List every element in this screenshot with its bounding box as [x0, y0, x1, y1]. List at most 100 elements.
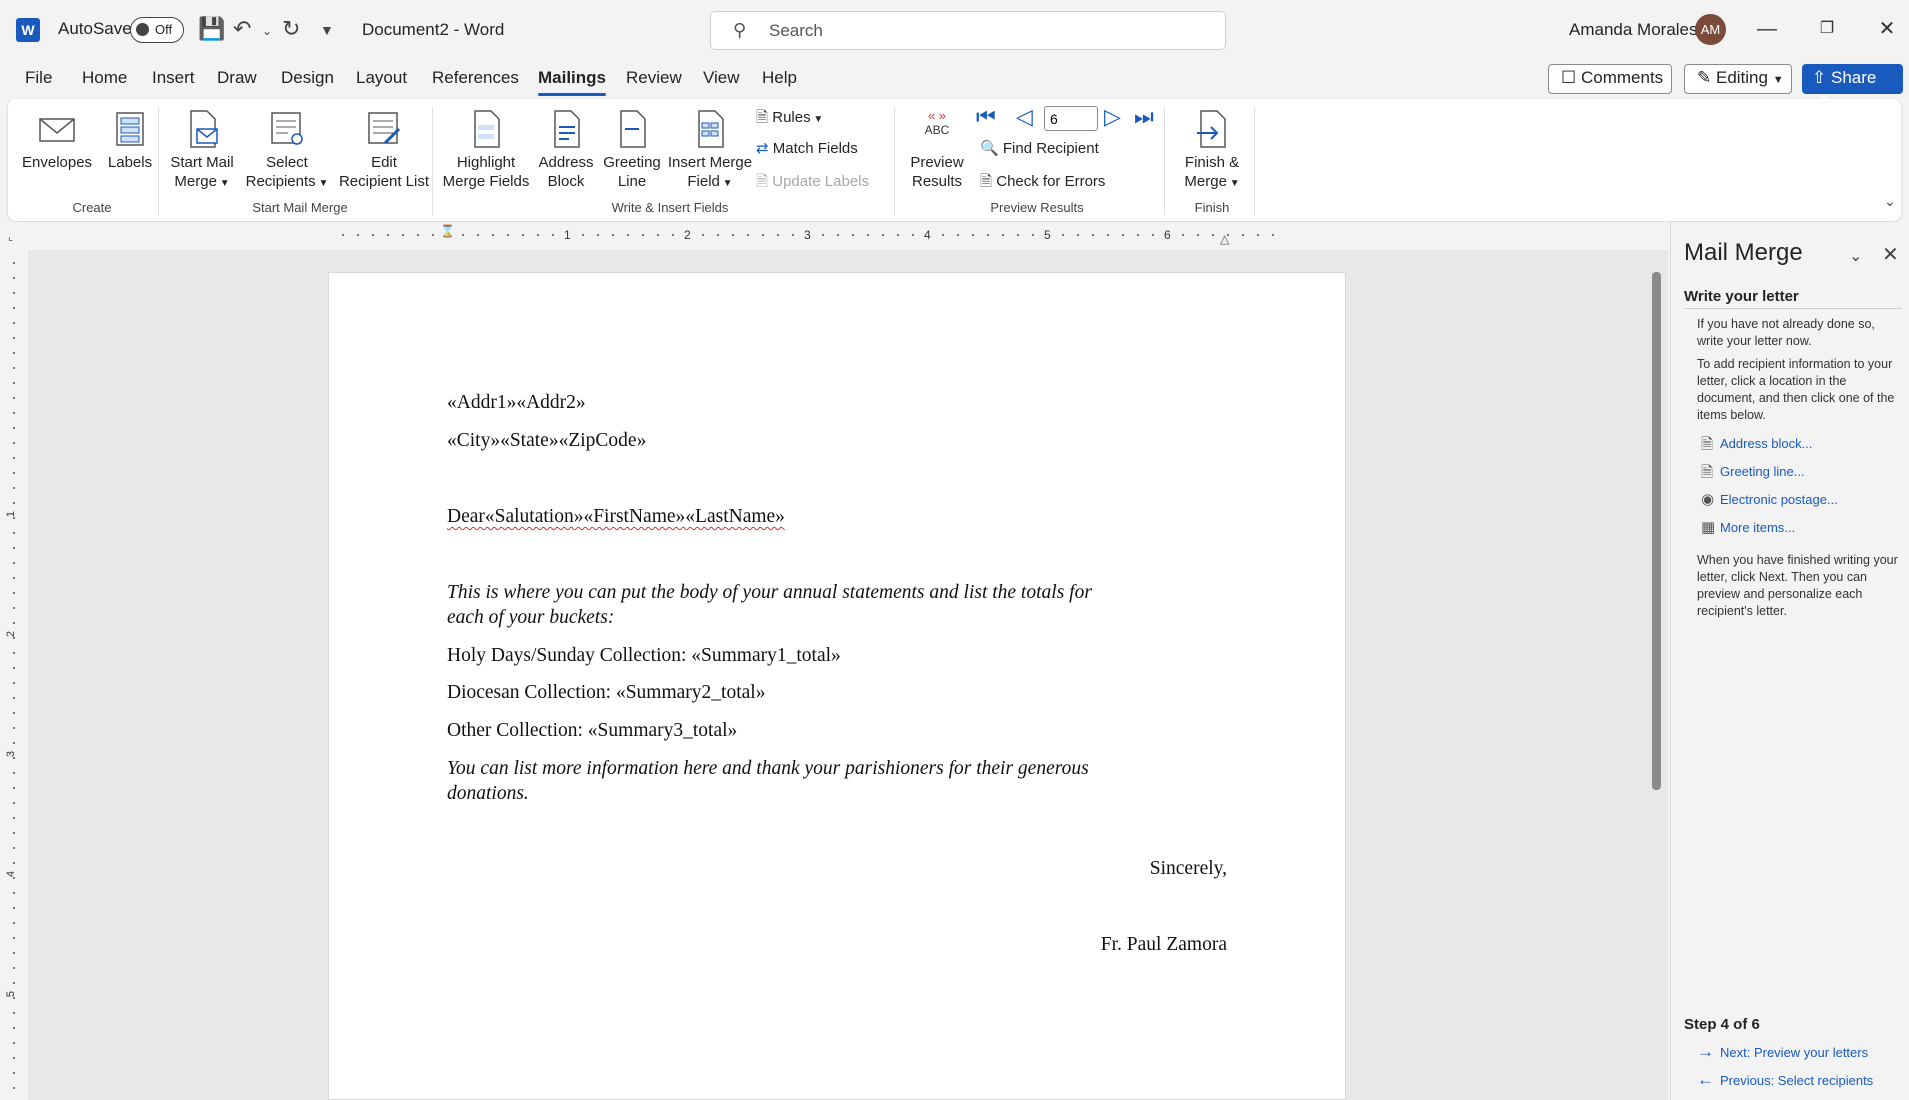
pane-close-icon[interactable]: ✕ [1882, 242, 1899, 267]
tab-mailings[interactable]: Mailings [538, 68, 607, 96]
redo-icon[interactable]: ↻ [282, 16, 300, 42]
collapse-ribbon-icon[interactable]: ⌄ [1884, 193, 1896, 210]
city-line[interactable]: «City»«State»«ZipCode» [447, 430, 646, 452]
start-mail-merge-label-1: Start Mail [170, 154, 234, 171]
ruler-number: 2 [684, 228, 691, 242]
next-step-link[interactable]: → Next: Preview your letters [1697, 1042, 1868, 1062]
ruler-tick [1107, 234, 1109, 236]
tab-draw[interactable]: Draw [217, 68, 257, 88]
check-errors-button[interactable]: 🗎 Check for Errors [980, 171, 1105, 196]
user-name[interactable]: Amanda Morales [1569, 20, 1698, 40]
undo-dropdown-icon[interactable]: ⌄ [262, 24, 272, 38]
ruler-tick [13, 607, 15, 609]
tab-design[interactable]: Design [281, 68, 334, 88]
highlight-merge-fields-button[interactable]: Highlight Merge Fields [440, 109, 532, 191]
tab-file[interactable]: File [25, 68, 52, 88]
last-record-icon[interactable]: ⏭ [1134, 104, 1154, 130]
body-line-2[interactable]: each of your buckets: [447, 607, 614, 629]
avatar[interactable]: AM [1695, 14, 1726, 45]
tab-view[interactable]: View [703, 68, 740, 88]
electronic-postage-link[interactable]: Electronic postage... [1720, 492, 1838, 507]
envelopes-button[interactable]: Envelopes [22, 109, 92, 172]
first-record-icon[interactable]: ⏮ [976, 104, 996, 130]
edit-recipient-list-button[interactable]: Edit Recipient List [334, 109, 434, 191]
ruler-tick [957, 234, 959, 236]
address-block-label-1: Address [538, 154, 594, 171]
body-line-1[interactable]: This is where you can put the body of yo… [447, 582, 1092, 604]
tab-help[interactable]: Help [762, 68, 797, 88]
previous-record-icon[interactable]: ◁ [1016, 104, 1033, 130]
ruler-tick [13, 637, 15, 639]
tab-home[interactable]: Home [82, 68, 127, 88]
other-line[interactable]: Other Collection: «Summary3_total» [447, 720, 737, 742]
closing-line-2[interactable]: donations. [447, 783, 529, 805]
record-number-input[interactable] [1044, 106, 1098, 131]
ruler-tick [13, 877, 15, 879]
preview-results-button[interactable]: « » ABC Preview Results [902, 109, 972, 191]
search-input[interactable] [769, 18, 1209, 44]
signature-line[interactable]: Fr. Paul Zamora [1101, 934, 1227, 956]
ruler-tick [1182, 234, 1184, 236]
closing-line-1[interactable]: You can list more information here and t… [447, 758, 1089, 780]
undo-icon[interactable]: ↶ [233, 16, 251, 42]
ruler-tick [462, 234, 464, 236]
ruler-tick [867, 234, 869, 236]
diocesan-line[interactable]: Diocesan Collection: «Summary2_total» [447, 682, 765, 704]
ruler-tick [1002, 234, 1004, 236]
ruler-tick [942, 234, 944, 236]
sincerely-line[interactable]: Sincerely, [1150, 858, 1227, 880]
ruler-tick [13, 472, 15, 474]
tab-review[interactable]: Review [626, 68, 682, 88]
tab-selector-icon[interactable]: ⌞ [8, 230, 13, 243]
tab-layout[interactable]: Layout [356, 68, 407, 88]
ruler-number: 5 [1044, 228, 1051, 242]
restore-icon[interactable]: ❐ [1812, 14, 1842, 44]
ruler-tick [1152, 234, 1154, 236]
finish-merge-button[interactable]: Finish & Merge ▼ [1172, 109, 1252, 193]
update-labels-button[interactable]: 🗎 Update Labels [756, 171, 869, 196]
start-mail-merge-button[interactable]: Start Mail Merge ▼ [166, 109, 238, 193]
tab-insert[interactable]: Insert [152, 68, 195, 88]
ruler-tick [522, 234, 524, 236]
ruler-tick [642, 234, 644, 236]
next-record-icon[interactable]: ▷ [1104, 104, 1121, 130]
share-button[interactable]: ⇧ Share ▼ [1802, 64, 1903, 106]
ruler-tick [492, 234, 494, 236]
more-items-link[interactable]: More items... [1720, 520, 1795, 535]
vertical-scrollbar[interactable] [1652, 272, 1661, 790]
greeting-line-button[interactable]: Greeting Line [600, 109, 664, 191]
address-line[interactable]: «Addr1»«Addr2» [447, 392, 586, 414]
minimize-icon[interactable]: — [1752, 14, 1782, 44]
holy-days-line[interactable]: Holy Days/Sunday Collection: «Summary1_t… [447, 645, 841, 667]
address-block-button[interactable]: Address Block [534, 109, 598, 191]
select-recipients-button[interactable]: Select Recipients ▼ [242, 109, 332, 193]
greeting-line[interactable]: Dear«Salutation»«FirstName»«LastName» [447, 506, 785, 528]
find-recipient-label: Find Recipient [1002, 140, 1099, 157]
greeting-line-link[interactable]: Greeting line... [1720, 464, 1805, 479]
labels-button[interactable]: Labels [98, 109, 162, 172]
address-block-link[interactable]: Address block... [1720, 436, 1813, 451]
previous-step-link[interactable]: ← Previous: Select recipients [1697, 1070, 1873, 1090]
tab-references[interactable]: References [432, 68, 519, 88]
ruler-number: 5 [5, 990, 18, 998]
find-recipient-button[interactable]: 🔍 Find Recipient [980, 139, 1099, 157]
pane-options-icon[interactable]: ⌄ [1849, 246, 1862, 266]
rules-button[interactable]: 🗎 Rules ▼ [756, 107, 823, 132]
indent-marker-icon[interactable]: ⌛ [440, 224, 455, 238]
save-icon[interactable]: 💾 [198, 16, 225, 42]
ruler-tick [13, 547, 15, 549]
customize-qat-icon[interactable]: ▼ [320, 22, 334, 38]
close-icon[interactable]: ✕ [1872, 14, 1902, 44]
right-indent-icon[interactable]: △ [1220, 232, 1229, 246]
match-fields-button[interactable]: ⇄ Match Fields [756, 139, 858, 157]
editing-button[interactable]: ✎ Editing ▼ [1684, 64, 1792, 94]
autosave-toggle[interactable]: Off [130, 17, 184, 43]
search-box[interactable]: ⚲ [710, 11, 1226, 50]
ruler-tick [507, 234, 509, 236]
share-label: Share [1830, 68, 1877, 87]
address-block-label-2: Block [547, 173, 585, 190]
comments-button[interactable]: ☐ Comments [1548, 64, 1672, 94]
ruler-tick [342, 234, 344, 236]
chevron-down-icon: ▼ [719, 178, 733, 189]
insert-merge-field-button[interactable]: Insert Merge Field ▼ [666, 109, 754, 193]
